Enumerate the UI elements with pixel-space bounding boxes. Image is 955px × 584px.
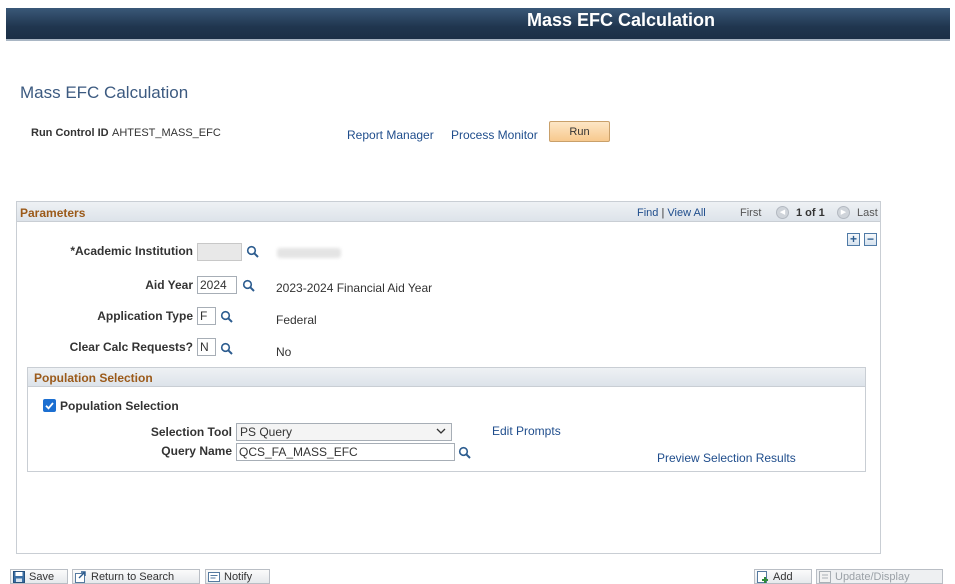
aid-year-input[interactable]: 2024 <box>197 276 237 294</box>
institution-label: *Academic Institution <box>70 244 193 258</box>
header-banner: Mass EFC Calculation <box>6 8 950 41</box>
add-icon <box>757 570 768 583</box>
parameters-header: Parameters Find | View All First ◀ 1 of … <box>17 202 880 222</box>
banner-title: Mass EFC Calculation <box>527 10 716 30</box>
delete-row-icon[interactable]: − <box>864 233 877 246</box>
parameters-section: Parameters Find | View All First ◀ 1 of … <box>16 201 881 554</box>
last-label: Last <box>857 207 878 219</box>
application-type-description: Federal <box>276 313 317 327</box>
application-type-lookup-icon[interactable] <box>220 310 234 324</box>
run-control-label: Run Control ID <box>31 127 109 139</box>
clear-calc-lookup-icon[interactable] <box>220 342 234 356</box>
clear-calc-input[interactable]: N <box>197 338 216 356</box>
institution-description <box>277 248 341 258</box>
find-view-all: Find | View All <box>637 207 706 219</box>
return-to-search-button[interactable]: Return to Search <box>72 569 200 584</box>
add-label: Add <box>773 570 793 583</box>
population-selection-title: Population Selection <box>34 371 153 385</box>
population-selection-section: Population Selection Population Selectio… <box>27 367 866 472</box>
aid-year-description: 2023-2024 Financial Aid Year <box>276 281 433 295</box>
save-button[interactable]: Save <box>10 569 68 584</box>
notify-button[interactable]: Notify <box>205 569 270 584</box>
application-type-label: Application Type <box>97 309 193 323</box>
row-count: 1 of 1 <box>796 207 825 219</box>
process-monitor-link[interactable]: Process Monitor <box>451 128 538 142</box>
population-selection-checkbox[interactable] <box>43 399 56 412</box>
update-display-icon <box>819 570 831 583</box>
notify-icon <box>208 571 220 582</box>
next-row-icon[interactable]: ▶ <box>837 206 850 219</box>
add-row-icon[interactable]: + <box>847 233 860 246</box>
preview-selection-results-link[interactable]: Preview Selection Results <box>657 451 796 465</box>
institution-lookup-icon[interactable] <box>246 245 260 259</box>
chevron-down-icon <box>436 428 446 434</box>
population-selection-checkbox-label: Population Selection <box>60 399 179 413</box>
clear-calc-label: Clear Calc Requests? <box>69 340 193 354</box>
return-to-search-label: Return to Search <box>91 570 175 583</box>
run-control-value: AHTEST_MASS_EFC <box>112 127 221 139</box>
query-name-lookup-icon[interactable] <box>458 446 472 460</box>
run-button[interactable]: Run <box>549 121 610 142</box>
query-name-input[interactable]: QCS_FA_MASS_EFC <box>236 443 455 461</box>
institution-input[interactable] <box>197 243 242 261</box>
edit-prompts-link[interactable]: Edit Prompts <box>492 424 561 438</box>
update-display-button: Update/Display <box>816 569 943 584</box>
update-display-label: Update/Display <box>835 570 910 583</box>
add-button[interactable]: Add <box>754 569 812 584</box>
parameters-title: Parameters <box>20 206 86 220</box>
selection-tool-value: PS Query <box>240 425 293 439</box>
report-manager-link[interactable]: Report Manager <box>347 128 434 142</box>
first-label: First <box>740 207 762 219</box>
save-label: Save <box>29 570 55 583</box>
application-type-input[interactable]: F <box>197 307 216 325</box>
notify-label: Notify <box>224 570 253 583</box>
clear-calc-description: No <box>276 345 292 359</box>
selection-tool-select[interactable]: PS Query <box>236 423 452 441</box>
save-icon <box>13 570 25 583</box>
previous-row-icon[interactable]: ◀ <box>776 206 789 219</box>
return-to-search-icon <box>75 570 86 583</box>
aid-year-lookup-icon[interactable] <box>242 279 256 293</box>
population-selection-header: Population Selection <box>28 368 865 387</box>
page-title: Mass EFC Calculation <box>20 83 189 102</box>
view-all-link[interactable]: View All <box>667 207 705 219</box>
query-name-label: Query Name <box>161 444 232 458</box>
selection-tool-label: Selection Tool <box>150 425 232 439</box>
aid-year-label: Aid Year <box>145 278 193 292</box>
find-link[interactable]: Find <box>637 207 658 219</box>
